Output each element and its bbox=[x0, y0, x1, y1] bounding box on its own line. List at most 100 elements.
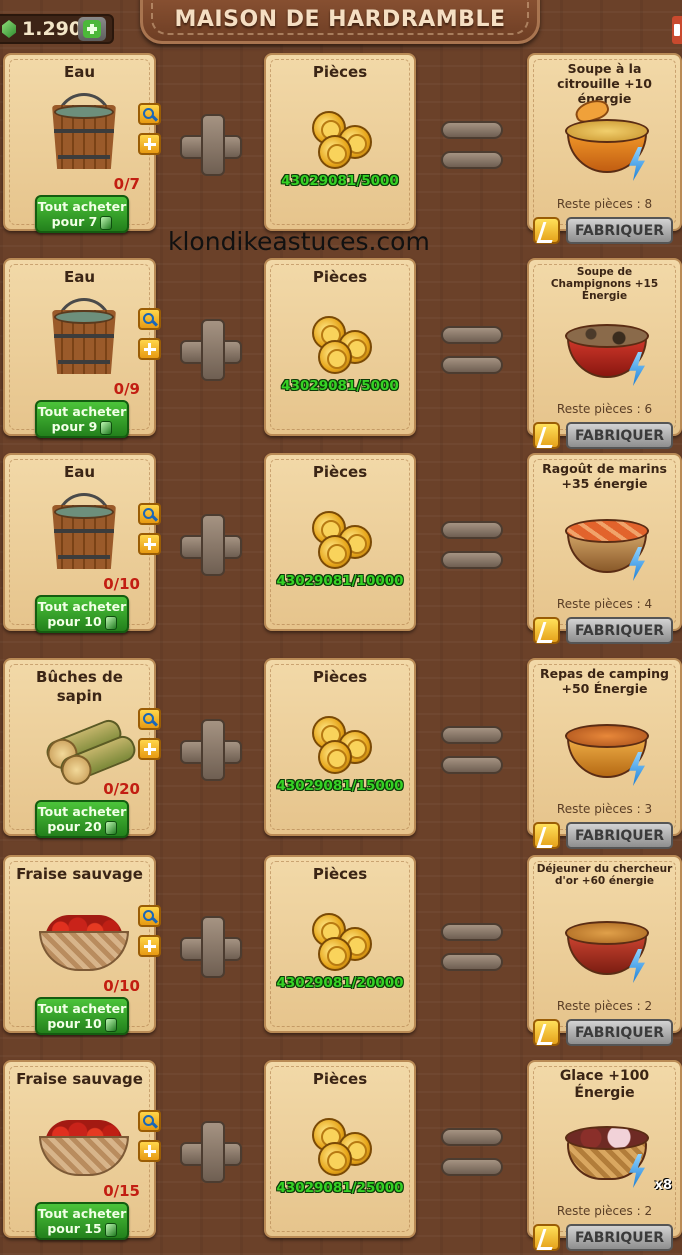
add-gems-button[interactable] bbox=[78, 17, 106, 41]
sailor-stew-icon bbox=[561, 501, 651, 583]
buy-all-label: Tout acheter bbox=[37, 404, 127, 419]
search-ingredient-button[interactable] bbox=[138, 905, 161, 927]
search-ingredient-button[interactable] bbox=[138, 1110, 161, 1132]
magnifier-icon bbox=[143, 507, 154, 519]
gem-balance: 1.290 bbox=[0, 14, 114, 44]
plus-icon bbox=[143, 343, 156, 355]
result-card: Déjeuner du chercheur d'or +60 énergie R… bbox=[527, 855, 682, 1033]
coins-icon bbox=[312, 913, 374, 971]
search-ingredient-button[interactable] bbox=[138, 103, 161, 125]
recipe-row: Eau 0/10 Tout acheter pour 10 Pièces 4302… bbox=[0, 453, 682, 653]
buy-all-button[interactable]: Tout acheter pour 10 bbox=[35, 595, 129, 633]
page-title: MAISON DE HARDRAMBLE bbox=[174, 7, 506, 32]
coins-label: Pièces bbox=[312, 463, 368, 481]
result-multiplier: x8 bbox=[654, 1178, 672, 1193]
plus-sign-icon bbox=[180, 114, 242, 176]
remaining-count: Reste pièces : 8 bbox=[556, 197, 653, 211]
buy-all-price: pour 10 bbox=[47, 614, 102, 629]
remaining-count: Reste pièces : 3 bbox=[556, 802, 653, 816]
magnifier-icon bbox=[143, 712, 154, 724]
gem-icon bbox=[100, 215, 113, 230]
ingredient-count: 0/15 bbox=[103, 1182, 140, 1200]
coins-card: Pièces 43029081/5000 bbox=[264, 258, 416, 436]
coins-icon bbox=[312, 1118, 374, 1176]
add-ingredient-button[interactable] bbox=[138, 738, 161, 760]
gold-seeker-lunch-icon bbox=[561, 903, 651, 985]
ingredient-name: Fraise sauvage bbox=[16, 865, 143, 883]
ingredient-card: Fraise sauvage 0/15 Tout acheter pour 15 bbox=[3, 1060, 156, 1240]
ingredient-count: 0/10 bbox=[103, 977, 140, 995]
equals-sign-icon bbox=[441, 1128, 503, 1178]
strawberry-basket-icon bbox=[39, 911, 129, 973]
plus-sign-icon bbox=[180, 319, 242, 381]
coins-card: Pièces 43029081/15000 bbox=[264, 658, 416, 836]
buy-all-price: pour 9 bbox=[51, 419, 98, 434]
fir-logs-icon bbox=[39, 716, 140, 786]
buy-all-price: pour 10 bbox=[47, 1016, 102, 1031]
fabricate-button[interactable]: FABRIQUER bbox=[566, 617, 673, 644]
water-bucket-icon bbox=[50, 493, 118, 571]
equals-sign-icon bbox=[441, 923, 503, 973]
buy-all-button[interactable]: Tout acheter pour 20 bbox=[35, 800, 129, 838]
buy-all-button[interactable]: Tout acheter pour 10 bbox=[35, 997, 129, 1035]
result-card: Soupe à la citrouille +10 énergie Reste … bbox=[527, 53, 682, 231]
ingredient-name: Eau bbox=[63, 268, 96, 286]
buy-all-label: Tout acheter bbox=[37, 199, 127, 214]
quill-button[interactable] bbox=[533, 1019, 560, 1046]
equals-sign-icon bbox=[441, 726, 503, 776]
remaining-count: Reste pièces : 2 bbox=[556, 999, 653, 1013]
plus-icon bbox=[143, 138, 156, 150]
coins-value: 43029081/10000 bbox=[276, 573, 404, 589]
ingredient-name: Fraise sauvage bbox=[16, 1070, 143, 1088]
plus-icon bbox=[143, 940, 156, 952]
coins-icon bbox=[312, 316, 374, 374]
recipe-row: Fraise sauvage 0/15 Tout acheter pour 15 … bbox=[0, 1060, 682, 1255]
search-ingredient-button[interactable] bbox=[138, 308, 161, 330]
result-card: Glace +100 Énergie x8 Reste pièces : 2 bbox=[527, 1060, 682, 1238]
coins-card: Pièces 43029081/5000 bbox=[264, 53, 416, 231]
ingredient-card: Eau 0/10 Tout acheter pour 10 bbox=[3, 453, 156, 633]
search-ingredient-button[interactable] bbox=[138, 708, 161, 730]
title-banner: MAISON DE HARDRAMBLE bbox=[140, 0, 540, 44]
quill-button[interactable] bbox=[533, 617, 560, 644]
header-bar: 1.290 MAISON DE HARDRAMBLE bbox=[0, 0, 682, 50]
ingredient-card: Fraise sauvage 0/10 Tout acheter pour 10 bbox=[3, 855, 156, 1035]
quill-button[interactable] bbox=[533, 217, 560, 244]
watermark-text: klondikeastuces.com bbox=[168, 227, 430, 256]
search-ingredient-button[interactable] bbox=[138, 503, 161, 525]
add-ingredient-button[interactable] bbox=[138, 935, 161, 957]
add-ingredient-button[interactable] bbox=[138, 533, 161, 555]
recipe-row: Eau 0/9 Tout acheter pour 9 Pièces 430290… bbox=[0, 258, 682, 458]
coins-value: 43029081/20000 bbox=[276, 975, 404, 991]
magnifier-icon bbox=[143, 1114, 154, 1126]
coins-icon bbox=[312, 716, 374, 774]
add-ingredient-button[interactable] bbox=[138, 338, 161, 360]
buy-all-button[interactable]: Tout acheter pour 7 bbox=[35, 195, 129, 233]
notification-tab[interactable] bbox=[672, 16, 682, 44]
quill-button[interactable] bbox=[533, 1224, 560, 1251]
gem-icon bbox=[104, 615, 117, 630]
camping-meal-icon bbox=[561, 706, 651, 788]
quill-button[interactable] bbox=[533, 422, 560, 449]
add-ingredient-button[interactable] bbox=[138, 133, 161, 155]
buy-all-label: Tout acheter bbox=[37, 1001, 127, 1016]
result-name: Glace +100 Énergie bbox=[559, 1068, 650, 1101]
fabricate-button[interactable]: FABRIQUER bbox=[566, 1019, 673, 1046]
fabricate-button[interactable]: FABRIQUER bbox=[566, 422, 673, 449]
add-ingredient-button[interactable] bbox=[138, 1140, 161, 1162]
plus-icon bbox=[143, 538, 156, 550]
buy-all-button[interactable]: Tout acheter pour 15 bbox=[35, 1202, 129, 1240]
coins-value: 43029081/25000 bbox=[276, 1180, 404, 1196]
fabricate-button[interactable]: FABRIQUER bbox=[566, 822, 673, 849]
buy-all-button[interactable]: Tout acheter pour 9 bbox=[35, 400, 129, 438]
coins-card: Pièces 43029081/25000 bbox=[264, 1060, 416, 1238]
quill-button[interactable] bbox=[533, 822, 560, 849]
coins-card: Pièces 43029081/20000 bbox=[264, 855, 416, 1033]
buy-all-price: pour 20 bbox=[47, 819, 102, 834]
strawberry-basket-icon bbox=[39, 1116, 129, 1178]
coins-value: 43029081/5000 bbox=[281, 173, 399, 189]
result-name: Repas de camping +50 Énergie bbox=[539, 666, 669, 696]
fabricate-button[interactable]: FABRIQUER bbox=[566, 217, 673, 244]
fabricate-button[interactable]: FABRIQUER bbox=[566, 1224, 673, 1251]
gem-icon bbox=[2, 20, 16, 38]
